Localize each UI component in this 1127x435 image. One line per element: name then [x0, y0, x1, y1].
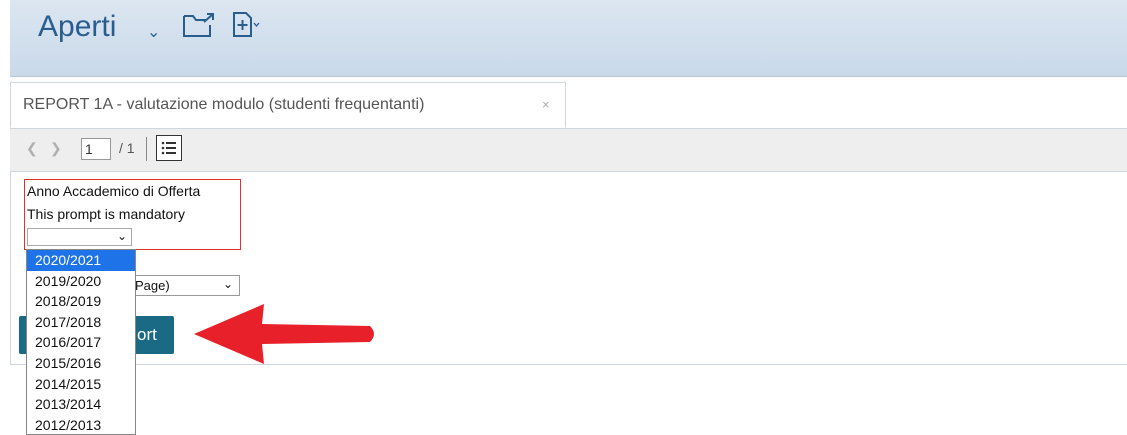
- app-header: Aperti ⌄: [10, 0, 1127, 77]
- content-divider: [10, 364, 1127, 365]
- format-select[interactable]: Page) ⌄: [130, 275, 240, 296]
- dropdown-option[interactable]: 2018/2019: [27, 291, 135, 312]
- dropdown-option[interactable]: 2020/2021: [27, 250, 135, 271]
- run-report-label: ort: [137, 325, 157, 344]
- prompt-title: Anno Accademico di Offerta: [27, 183, 201, 199]
- academic-year-dropdown-list: 2020/2021 2019/2020 2018/2019 2017/2018 …: [26, 249, 136, 435]
- tab-report-1a[interactable]: REPORT 1A - valutazione modulo (studenti…: [10, 82, 566, 128]
- red-arrow-annotation: [194, 304, 374, 364]
- close-icon[interactable]: ×: [542, 97, 550, 112]
- prompt-mandatory-text: This prompt is mandatory: [27, 206, 185, 222]
- content-left-border: [10, 171, 11, 365]
- chevron-down-icon: ⌄: [116, 229, 127, 243]
- tab-label: REPORT 1A - valutazione modulo (studenti…: [23, 96, 425, 113]
- report-toolbar: ❮ ❯ / 1: [10, 129, 1127, 172]
- dropdown-option[interactable]: 2016/2017: [27, 332, 135, 353]
- dropdown-option[interactable]: 2019/2020: [27, 271, 135, 292]
- chevron-down-icon[interactable]: ⌄: [147, 22, 160, 42]
- dropdown-option[interactable]: 2012/2013: [27, 415, 135, 434]
- new-document-icon[interactable]: [231, 11, 261, 44]
- academic-year-prompt: Anno Accademico di Offerta This prompt i…: [24, 179, 241, 250]
- previous-page-icon[interactable]: ❮: [26, 140, 38, 157]
- dropdown-option[interactable]: 2014/2015: [27, 374, 135, 395]
- dropdown-option[interactable]: 2017/2018: [27, 312, 135, 333]
- app-title[interactable]: Aperti: [38, 10, 116, 44]
- page-number-input[interactable]: [81, 138, 111, 160]
- next-page-icon[interactable]: ❯: [50, 140, 62, 157]
- dropdown-option[interactable]: 2015/2016: [27, 353, 135, 374]
- tab-bar: REPORT 1A - valutazione modulo (studenti…: [10, 82, 1127, 129]
- open-folder-icon[interactable]: [182, 12, 216, 43]
- table-of-contents-icon[interactable]: [156, 135, 182, 161]
- toolbar-divider: [146, 137, 147, 161]
- chevron-down-icon: ⌄: [222, 277, 233, 291]
- page-total: / 1: [119, 140, 135, 156]
- academic-year-select[interactable]: ⌄: [27, 228, 132, 246]
- dropdown-option[interactable]: 2013/2014: [27, 394, 135, 415]
- format-select-label: Page): [135, 278, 170, 293]
